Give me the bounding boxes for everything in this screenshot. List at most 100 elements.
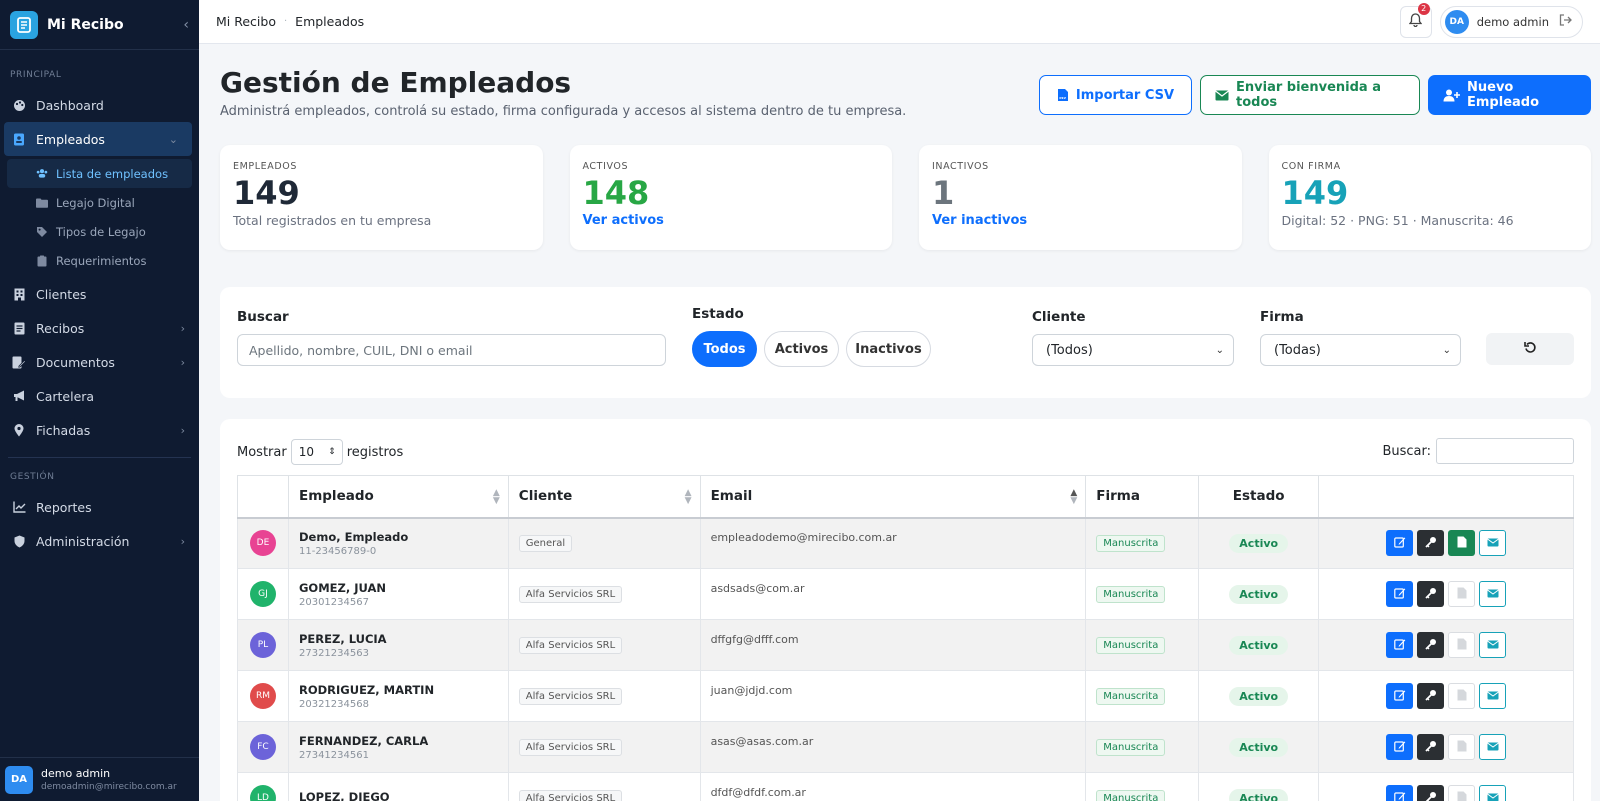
column-header-cliente[interactable]: Cliente ▲ ▼ (507, 475, 701, 519)
reset-password-button[interactable] (1417, 581, 1445, 607)
legajo-document-button[interactable] (1448, 581, 1476, 607)
location-pin-icon (12, 423, 26, 437)
notifications-button[interactable]: 2 (1399, 2, 1432, 38)
sidebar-item-recibos[interactable]: Recibos › (0, 311, 199, 345)
column-header-empleado[interactable]: Empleado ▲ ▼ (287, 475, 509, 519)
send-welcome-button[interactable] (1479, 683, 1507, 709)
edit-button[interactable] (1386, 683, 1414, 709)
firma-select[interactable]: (Todas) ⌄ (1260, 334, 1461, 366)
cliente-select[interactable]: (Todos) ⌄ (1032, 334, 1234, 366)
column-header-email[interactable]: Email ▲ ▼ (699, 475, 1087, 519)
stat-value: 149 (233, 174, 300, 212)
sort-caret-icon: ⇕ (328, 447, 336, 457)
search-input[interactable]: Apellido, nombre, CUIL, DNI o email (237, 334, 666, 366)
avatar: RM (249, 683, 276, 709)
employee-cuil: 27321234563 (298, 647, 369, 659)
ver-activos-link[interactable]: Ver activos (583, 213, 880, 228)
sidebar-item-empleados[interactable]: Empleados ⌄ (4, 122, 192, 156)
email-cell: juan@jdjd.com (699, 670, 1087, 722)
reset-password-button[interactable] (1417, 632, 1445, 658)
sidebar-subitem-requerimientos[interactable]: Requerimientos (0, 246, 199, 275)
stat-card-inactivos: INACTIVOS 1 Ver inactivos (919, 145, 1242, 250)
send-welcome-button[interactable] (1479, 581, 1507, 607)
actions-cell (1318, 670, 1574, 722)
collapse-sidebar-icon[interactable]: ‹ (183, 17, 189, 33)
reset-password-button[interactable] (1417, 734, 1445, 760)
estado-filter-inactivos[interactable]: Inactivos (846, 331, 931, 367)
stat-value: 148 (582, 174, 650, 212)
filters-panel: Buscar Apellido, nombre, CUIL, DNI o ema… (220, 287, 1591, 398)
send-welcome-button[interactable] (1479, 785, 1507, 801)
legajo-document-button[interactable] (1448, 683, 1476, 709)
legajo-document-button[interactable] (1448, 734, 1476, 760)
legajo-document-button[interactable] (1448, 785, 1476, 801)
sidebar-subitem-tipos-legajo[interactable]: Tipos de Legajo (0, 217, 199, 246)
employee-cell: PEREZ, LUCIA 27321234563 (287, 619, 509, 671)
estado-filter-todos[interactable]: Todos (692, 331, 757, 367)
employee-cuil: 20301234567 (298, 596, 369, 608)
edit-button[interactable] (1386, 785, 1414, 801)
cliente-select-value: (Todos) (1046, 342, 1093, 358)
page-length-control: Mostrar 10 ⇕ registros (237, 439, 403, 465)
legajo-document-button[interactable] (1448, 530, 1476, 557)
reset-password-button[interactable] (1417, 530, 1445, 557)
edit-button[interactable] (1386, 632, 1414, 658)
logout-icon[interactable] (1559, 14, 1572, 29)
envelope-icon (1486, 690, 1499, 703)
import-csv-button[interactable]: csv Importar CSV (1039, 75, 1192, 115)
sidebar-subitem-lista-empleados[interactable]: Lista de empleados (7, 159, 192, 188)
user-menu[interactable]: DA demo admin (1439, 5, 1583, 38)
new-employee-button[interactable]: Nuevo Empleado (1428, 75, 1591, 115)
key-icon (1424, 638, 1437, 653)
reset-password-button[interactable] (1417, 785, 1445, 801)
client-badge: Alfa Servicios SRL (518, 789, 623, 801)
edit-button[interactable] (1386, 530, 1414, 557)
sidebar-user[interactable]: DA demo admin demoadmin@mirecibo.com.ar (0, 757, 199, 801)
column-header-firma: Firma (1085, 475, 1200, 519)
sidebar-item-administracion[interactable]: Administración › (0, 524, 199, 558)
client-cell: Alfa Servicios SRL (507, 721, 701, 773)
send-welcome-label: Enviar bienvenida a todos (1236, 80, 1381, 110)
sidebar-item-cartelera[interactable]: Cartelera (0, 379, 199, 413)
send-welcome-button[interactable] (1479, 734, 1507, 760)
legajo-document-button[interactable] (1448, 632, 1476, 658)
table-search-label: Buscar: (1382, 443, 1431, 459)
breadcrumb-home[interactable]: Mi Recibo (216, 14, 276, 29)
table-search-input[interactable] (1436, 438, 1574, 464)
reset-password-button[interactable] (1417, 683, 1445, 709)
edit-button[interactable] (1386, 581, 1414, 607)
edit-icon (1393, 536, 1406, 551)
sidebar-subitem-legajo-digital[interactable]: Legajo Digital (0, 188, 199, 217)
chevron-down-icon: ⌄ (1215, 344, 1224, 356)
sidebar-item-dashboard[interactable]: Dashboard (0, 88, 199, 122)
actions-cell (1318, 517, 1574, 569)
sidebar-item-label: Cartelera (36, 388, 95, 404)
edit-icon (1393, 740, 1406, 755)
sidebar-item-documentos[interactable]: Documentos › (0, 345, 199, 379)
reset-filters-button[interactable] (1486, 333, 1574, 365)
ver-inactivos-link[interactable]: Ver inactivos (932, 213, 1229, 228)
sidebar-item-reportes[interactable]: Reportes (0, 490, 199, 524)
email-cell: dfdf@dfdf.com.ar (699, 772, 1087, 801)
estado-filter-activos[interactable]: Activos (764, 331, 839, 367)
chevron-right-icon: › (180, 355, 185, 369)
sidebar-item-fichadas[interactable]: Fichadas › (0, 413, 199, 447)
table-row: FC FERNANDEZ, CARLA 27341234561 Alfa Servic… (237, 721, 1574, 773)
send-welcome-button[interactable] (1479, 632, 1507, 658)
chevron-down-icon: ⌄ (168, 132, 178, 146)
edit-button[interactable] (1386, 734, 1414, 760)
page-length-select[interactable]: 10 ⇕ (290, 439, 343, 465)
records-label: registros (346, 444, 404, 460)
sidebar-subitem-label: Legajo Digital (56, 195, 135, 210)
avatar: FC (249, 734, 276, 760)
send-welcome-button[interactable] (1479, 530, 1507, 557)
send-welcome-all-button[interactable]: Enviar bienvenida a todos (1200, 75, 1420, 115)
file-pen-icon (12, 355, 26, 369)
employee-cell: GOMEZ, JUAN 20301234567 (287, 568, 509, 620)
firma-cell: Manuscrita (1085, 619, 1200, 671)
table-row: DE Demo, Empleado 11-23456789-0 General empl… (237, 517, 1574, 569)
avatar-cell: FC (237, 721, 289, 773)
envelope-icon (1486, 588, 1499, 601)
sidebar-item-clientes[interactable]: Clientes (0, 277, 199, 311)
tags-icon (36, 226, 48, 238)
